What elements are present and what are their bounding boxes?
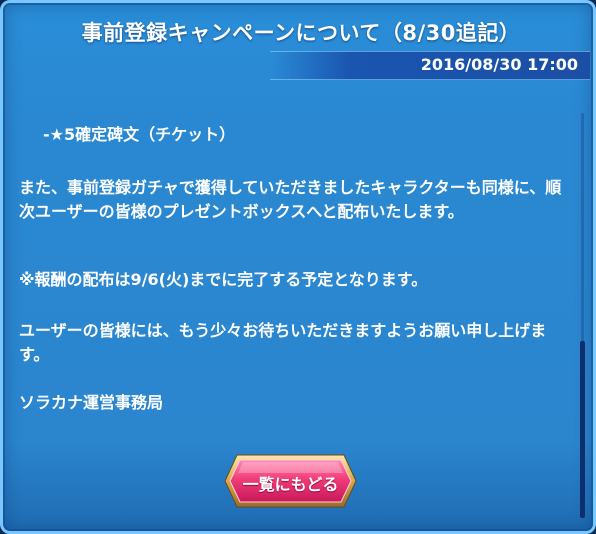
body-paragraph-apology: ユーザーの皆様には、もう少々お待ちいただきますようお願い申し上げます。 [19, 321, 547, 364]
scrollbar-track[interactable] [580, 113, 585, 518]
body-paragraph-distribution: また、事前登録ガチャで獲得していただきましたキャラクターも同様に、順次ユーザーの… [19, 178, 562, 221]
news-body[interactable]: -★5確定碑文（チケット） また、事前登録ガチャで獲得していただきましたキャラク… [19, 98, 564, 438]
date-bar: 2016/08/30 17:00 [270, 51, 590, 80]
ticket-line: -★5確定碑文（チケット） [43, 125, 236, 144]
body-paragraph-deadline: ※報酬の配布は9/6(火)までに完了する予定となります。 [19, 270, 428, 289]
news-title: 事前登録キャンペーンについて（8/30追記） [81, 21, 521, 45]
body-signature: ソラカナ運営事務局 [19, 393, 164, 412]
back-button-label: 一覧にもどる [242, 475, 339, 494]
back-to-list-button[interactable]: 一覧にもどる [223, 453, 358, 509]
post-date: 2016/08/30 17:00 [420, 55, 578, 74]
news-panel: 事前登録キャンペーンについて（8/30追記） 2016/08/30 17:00 … [0, 0, 596, 534]
scrollbar-thumb[interactable] [580, 341, 585, 518]
